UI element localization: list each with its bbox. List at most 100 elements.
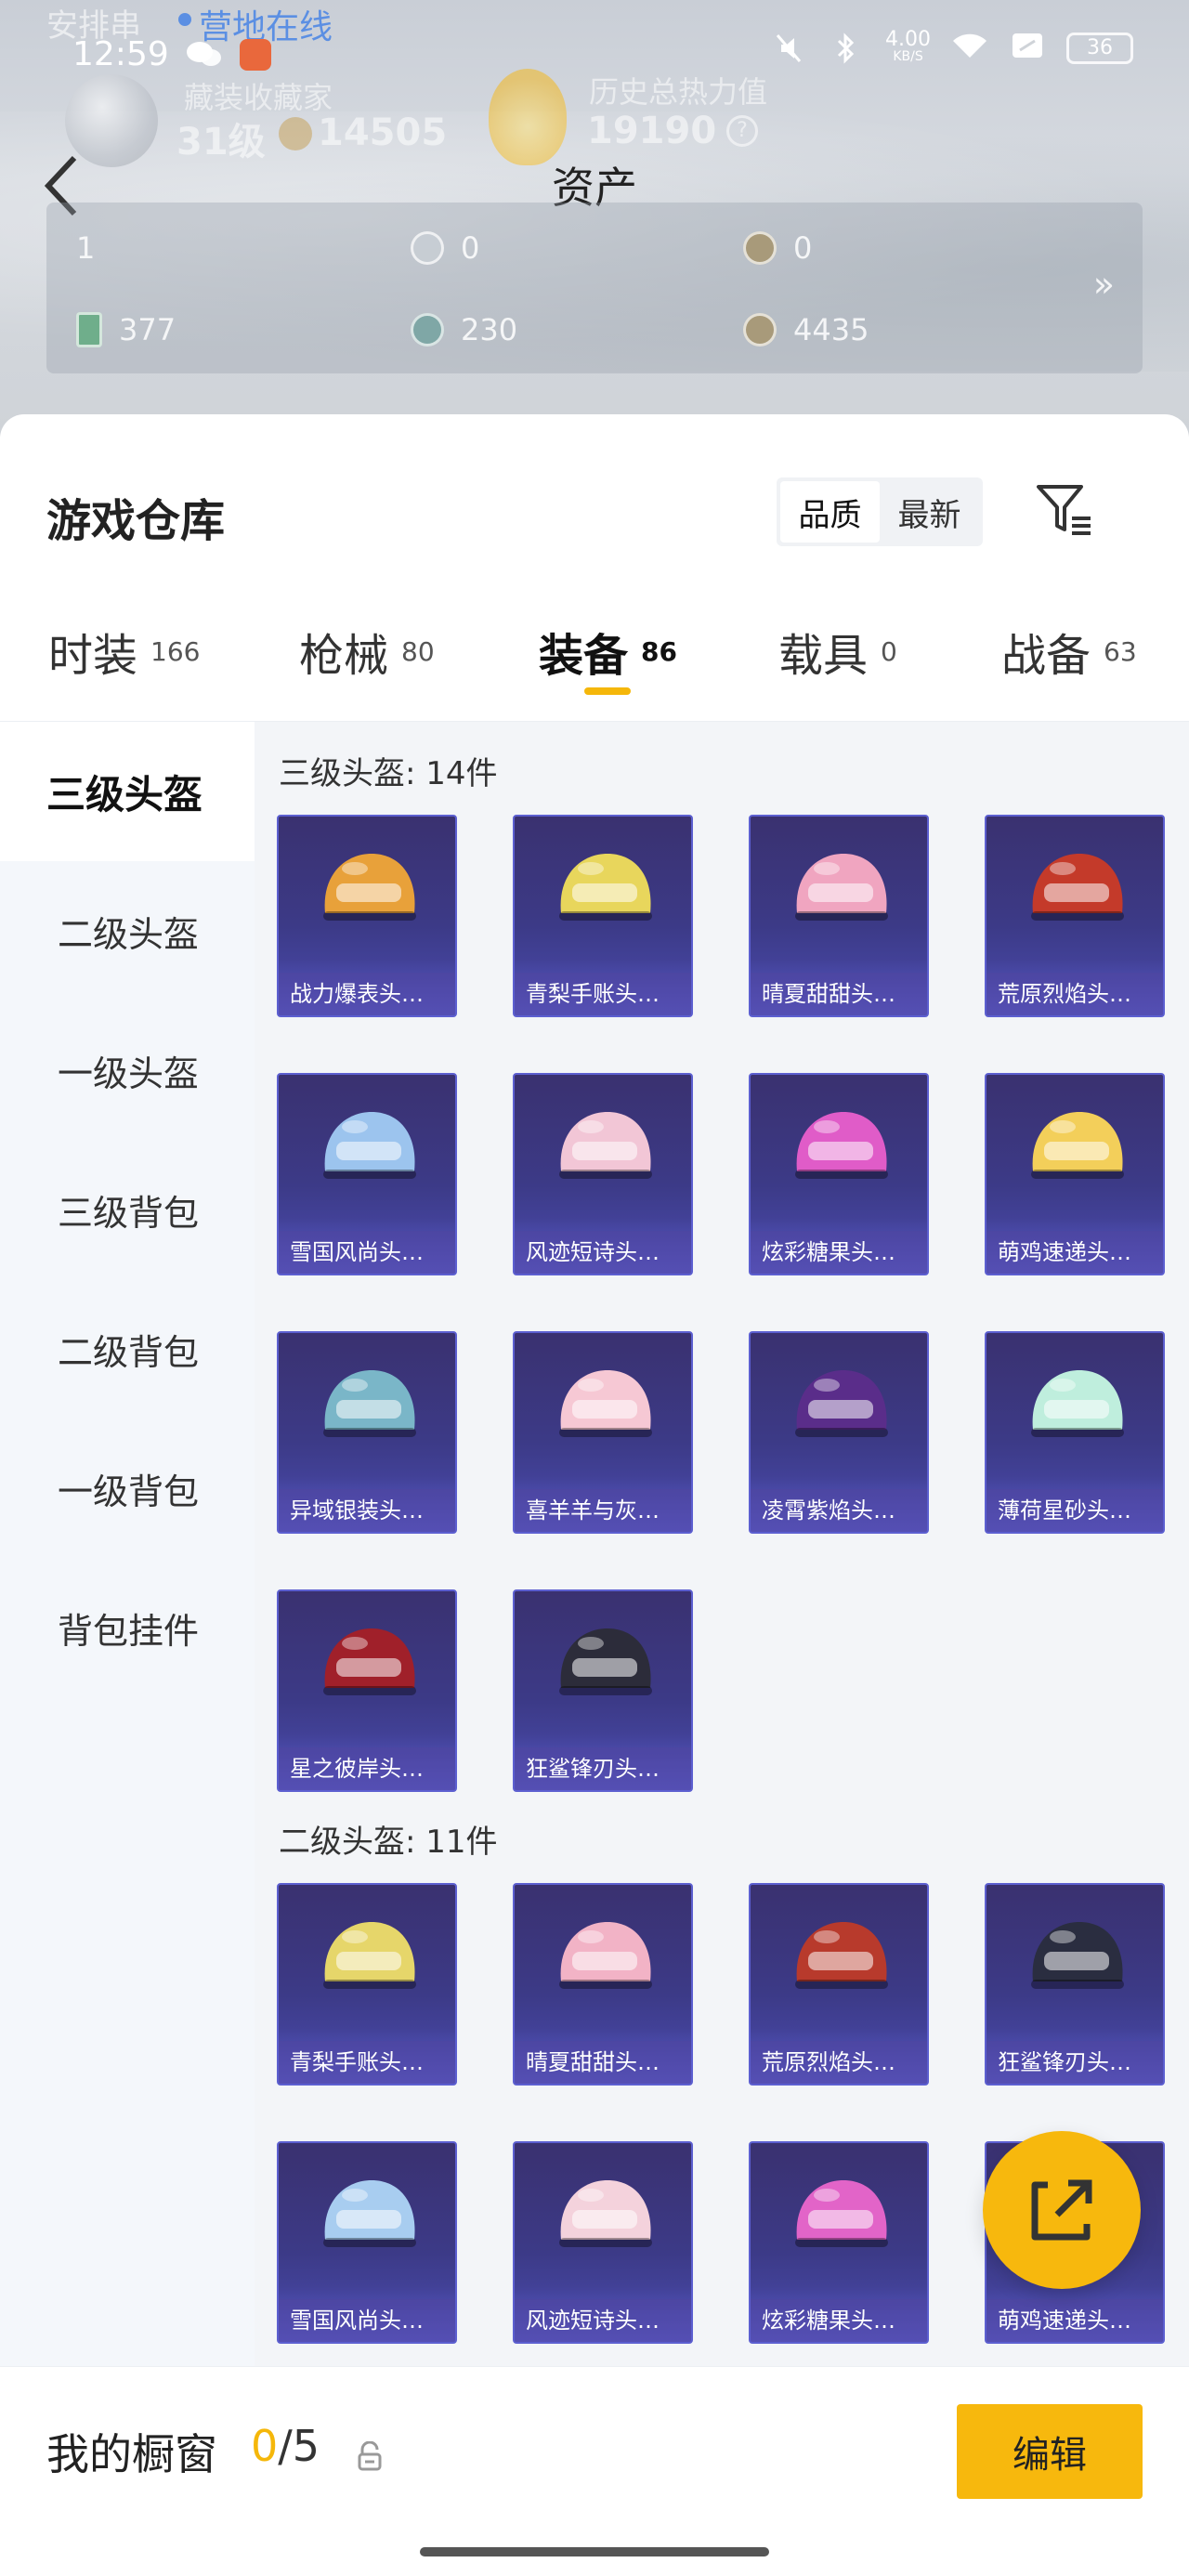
- history-heat-label: 历史总热力值: [589, 74, 768, 110]
- item-tile[interactable]: 炫彩糖果头…: [749, 1073, 929, 1275]
- tab-gear[interactable]: 战备 63: [1001, 582, 1137, 721]
- helmet-icon: [1031, 1112, 1124, 1179]
- gold-coin-icon: [743, 231, 777, 265]
- asset-more-icon[interactable]: »: [1093, 264, 1115, 305]
- help-icon[interactable]: ?: [726, 115, 758, 147]
- item-tile[interactable]: 薄荷星砂头…: [985, 1331, 1165, 1534]
- sidebar-item-level3-helmet[interactable]: 三级头盔: [0, 722, 255, 861]
- filter-icon[interactable]: [1033, 477, 1098, 543]
- item-tile[interactable]: 风迹短诗头…: [513, 2141, 693, 2344]
- category-tabs: 时装 166 枪械 80 装备 86 载具 0 战备 63: [0, 582, 1189, 721]
- item-name: 晴夏甜甜头…: [515, 2041, 691, 2084]
- status-icons: 4.00 KB/S 36: [770, 30, 1133, 65]
- game-app-icon: [240, 39, 271, 71]
- battery-indicator: 36: [1066, 33, 1133, 64]
- item-name: 狂鲨锋刃头…: [986, 2041, 1163, 2084]
- showcase-current: 0: [251, 2421, 279, 2471]
- item-grid: 三级头盔: 14件 二级头盔: 11件 战力爆表头… 青梨手账头… 晴夏甜甜头… 荒原…: [255, 722, 1189, 2366]
- asset-value: 0: [461, 230, 480, 266]
- item-tile[interactable]: 狂鲨锋刃头…: [513, 1589, 693, 1792]
- asset-item: 230: [411, 312, 517, 347]
- lock-icon: [357, 2440, 383, 2471]
- tab-weapons[interactable]: 枪械 80: [299, 582, 435, 721]
- edit-button[interactable]: 编辑: [957, 2404, 1143, 2499]
- item-tile[interactable]: 风迹短诗头…: [513, 1073, 693, 1275]
- subcategory-sidebar: 三级头盔 二级头盔 一级头盔 三级背包 二级背包 一级背包 背包挂件: [0, 722, 255, 2366]
- share-button[interactable]: [983, 2131, 1141, 2289]
- tab-fashion[interactable]: 时装 166: [48, 582, 200, 721]
- item-name: 炫彩糖果头…: [751, 1231, 927, 1274]
- item-tile[interactable]: 喜羊羊与灰…: [513, 1331, 693, 1534]
- item-name: 雪国风尚头…: [279, 1231, 455, 1274]
- sidebar-item-level3-backpack[interactable]: 三级背包: [0, 1140, 255, 1279]
- tab-count: 86: [641, 635, 677, 667]
- showcase-label: 我的橱窗: [46, 2429, 217, 2479]
- asset-panel[interactable]: 1 0 0 377 230 4435 »: [46, 203, 1143, 680]
- sidebar-item-level1-backpack[interactable]: 一级背包: [0, 1419, 255, 1558]
- item-tile[interactable]: 炫彩糖果头…: [749, 2141, 929, 2344]
- helmet-icon: [323, 854, 416, 921]
- item-tile[interactable]: 青梨手账头…: [513, 815, 693, 1017]
- tab-count: 166: [150, 635, 201, 667]
- item-tile[interactable]: 凌霄紫焰头…: [749, 1331, 929, 1534]
- green-card-icon: [76, 312, 102, 347]
- item-tile[interactable]: 狂鲨锋刃头…: [985, 1883, 1165, 2086]
- helmet-icon: [559, 1112, 652, 1179]
- sort-quality-option[interactable]: 品质: [780, 481, 880, 543]
- sidebar-item-level2-helmet[interactable]: 二级头盔: [0, 861, 255, 1000]
- sim-icon: [1009, 32, 1046, 65]
- item-name: 凌霄紫焰头…: [751, 1489, 927, 1532]
- item-tile[interactable]: 晴夏甜甜头…: [749, 815, 929, 1017]
- item-name: 晴夏甜甜头…: [751, 973, 927, 1015]
- tab-count: 80: [401, 635, 435, 667]
- bronze-coin-icon: [743, 313, 777, 347]
- bluetooth-icon: [828, 32, 865, 65]
- asset-item: 0: [411, 230, 479, 266]
- helmet-icon: [1031, 1370, 1124, 1437]
- helmet-icon: [795, 854, 888, 921]
- helmet-icon: [323, 1628, 416, 1695]
- sidebar-item-level2-backpack[interactable]: 二级背包: [0, 1279, 255, 1419]
- item-tile[interactable]: 荒原烈焰头…: [985, 815, 1165, 1017]
- asset-value: 4435: [793, 312, 869, 347]
- item-name: 战力爆表头…: [279, 973, 455, 1015]
- home-indicator[interactable]: [420, 2547, 769, 2556]
- mute-icon: [770, 32, 807, 65]
- helmet-icon: [559, 1370, 652, 1437]
- item-tile[interactable]: 雪国风尚头…: [277, 1073, 457, 1275]
- helmet-icon: [559, 854, 652, 921]
- helmet-icon: [323, 2180, 416, 2247]
- group-title: 二级头盔: 11件: [279, 1824, 498, 1861]
- tab-equipment[interactable]: 装备 86: [539, 582, 677, 721]
- teal-coin-icon: [411, 313, 444, 347]
- showcase-separator: /: [278, 2421, 293, 2471]
- wechat-icon: [186, 39, 223, 71]
- camp-online-dot: [178, 13, 191, 26]
- item-tile[interactable]: 战力爆表头…: [277, 815, 457, 1017]
- sidebar-item-level1-helmet[interactable]: 一级头盔: [0, 1000, 255, 1140]
- tab-label: 载具: [778, 630, 869, 682]
- item-tile[interactable]: 萌鸡速递头…: [985, 1073, 1165, 1275]
- tab-count: 63: [1104, 635, 1137, 667]
- history-heat-value: 19190: [587, 110, 717, 152]
- group-title: 三级头盔: 14件: [279, 755, 498, 792]
- item-tile[interactable]: 晴夏甜甜头…: [513, 1883, 693, 2086]
- asset-value: 1: [76, 230, 96, 266]
- tab-vehicles[interactable]: 载具 0: [778, 582, 897, 721]
- helmet-icon: [1031, 1922, 1124, 1989]
- active-tab-indicator: [584, 687, 631, 695]
- sort-newest-option[interactable]: 最新: [880, 481, 979, 543]
- item-tile[interactable]: 青梨手账头…: [277, 1883, 457, 2086]
- coin-icon: [411, 231, 444, 265]
- score-coin-icon: [279, 117, 312, 150]
- asset-value: 230: [461, 312, 518, 347]
- helmet-icon: [323, 1370, 416, 1437]
- sidebar-item-backpack-charm[interactable]: 背包挂件: [0, 1558, 255, 1697]
- item-tile[interactable]: 星之彼岸头…: [277, 1589, 457, 1792]
- tab-label: 装备: [539, 630, 629, 682]
- item-tile[interactable]: 荒原烈焰头…: [749, 1883, 929, 2086]
- item-tile[interactable]: 异域银装头…: [277, 1331, 457, 1534]
- item-name: 萌鸡速递头…: [986, 1231, 1163, 1274]
- item-tile[interactable]: 雪国风尚头…: [277, 2141, 457, 2344]
- helmet-icon: [559, 2180, 652, 2247]
